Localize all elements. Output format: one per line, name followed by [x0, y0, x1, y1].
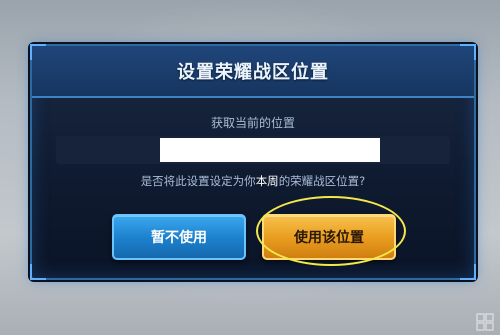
do-not-use-button-label: 暂不使用 — [151, 230, 207, 246]
dialog-title: 设置荣耀战区位置 — [177, 62, 329, 83]
question-text-start: 是否将此设置设定为你 — [140, 174, 256, 188]
set-zone-location-dialog: 设置荣耀战区位置 获取当前的位置 是否将此设置设定为你本周的荣耀战区位置? 暂不… — [30, 44, 476, 280]
location-value — [160, 138, 380, 162]
dialog-corner-decoration — [30, 264, 46, 280]
watermark-icon — [476, 313, 494, 331]
use-location-button-label: 使用该位置 — [294, 230, 364, 246]
use-location-button[interactable]: 使用该位置 — [262, 214, 396, 260]
location-bar — [56, 136, 450, 164]
current-location-label: 获取当前的位置 — [210, 116, 295, 130]
do-not-use-button[interactable]: 暂不使用 — [112, 214, 246, 260]
question-text-end: 的荣耀战区位置? — [278, 174, 366, 188]
confirm-question: 是否将此设置设定为你本周的荣耀战区位置? — [32, 173, 474, 189]
question-highlight-text: 本周 — [255, 174, 279, 188]
dialog-header: 设置荣耀战区位置 — [32, 46, 474, 98]
dialog-corner-decoration — [460, 264, 476, 280]
